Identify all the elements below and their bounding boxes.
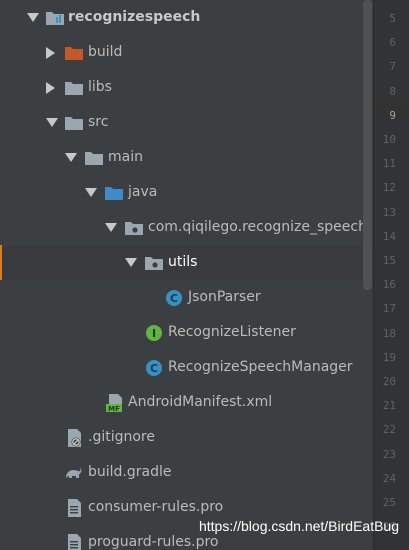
- tree-item-label: consumer-rules.pro: [88, 499, 224, 515]
- expand-arrow-down-icon[interactable]: [125, 258, 137, 267]
- tree-item-label: AndroidManifest.xml: [128, 394, 273, 410]
- source-folder-icon: [104, 183, 124, 203]
- gitignore-file-icon: [64, 428, 84, 448]
- line-number: 7: [389, 60, 396, 74]
- line-number: 15: [382, 254, 396, 267]
- tree-item-build-gradle[interactable]: build.gradle: [0, 455, 373, 490]
- tree-item-label: libs: [88, 79, 112, 95]
- text-file-icon: [64, 533, 84, 550]
- expand-arrow-down-icon[interactable]: [85, 188, 97, 197]
- tree-item-recognizelistener[interactable]: I RecognizeListener: [0, 315, 373, 350]
- tree-item-recognizespeechmanager[interactable]: C RecognizeSpeechManager: [0, 350, 373, 385]
- line-number: 20: [382, 375, 396, 388]
- svg-text:C: C: [170, 292, 178, 305]
- tree-item-main[interactable]: main: [0, 140, 373, 175]
- module-folder-icon: [45, 8, 65, 28]
- line-number: 18: [382, 326, 396, 340]
- line-number-gutter: 5 6 7 8 9 10 11 12 13 14 15 16 17 18 19 20 21 22 23 24 25 26: [373, 0, 409, 550]
- expand-arrow-right-icon[interactable]: [46, 82, 55, 94]
- tree-item-label: java: [128, 184, 158, 200]
- folder-orange-icon: [64, 43, 84, 63]
- line-number: 12: [382, 181, 396, 195]
- line-number: 14: [382, 229, 396, 243]
- interface-icon: I: [144, 323, 164, 343]
- line-number: 21: [382, 399, 396, 413]
- tree-item-recognizespeech[interactable]: recognizespeech: [0, 0, 373, 35]
- class-icon: C: [164, 288, 184, 308]
- line-number: 22: [382, 423, 396, 437]
- tree-item-gitignore[interactable]: .gitignore: [0, 420, 373, 455]
- svg-text:I: I: [152, 327, 156, 340]
- expand-arrow-right-icon[interactable]: [46, 47, 55, 59]
- folder-icon: [64, 113, 84, 133]
- line-number: 8: [389, 84, 396, 98]
- tree-item-com-qiqilego-recognize-speech[interactable]: com.qiqilego.recognize_speech: [0, 210, 373, 245]
- package-icon: [144, 253, 164, 273]
- tree-item-label: build.gradle: [88, 464, 172, 480]
- tree-item-label: build: [88, 44, 123, 60]
- watermark-text: https://blog.csdn.net/BirdEatBug: [198, 518, 399, 534]
- line-number: 19: [382, 350, 396, 364]
- svg-text:C: C: [150, 362, 158, 375]
- selection-indicator: [0, 245, 2, 280]
- line-number: 25: [382, 496, 396, 509]
- line-number: 16: [382, 278, 396, 292]
- folder-icon: [64, 78, 84, 98]
- tree-item-build[interactable]: build: [0, 35, 373, 70]
- line-number: 6: [389, 36, 396, 50]
- line-number: 13: [382, 205, 396, 219]
- tree-item-src[interactable]: src: [0, 105, 373, 140]
- tree-item-label: .gitignore: [88, 429, 155, 445]
- class-icon: C: [144, 358, 164, 378]
- line-number: 17: [382, 302, 396, 316]
- tree-item-label: proguard-rules.pro: [88, 534, 219, 550]
- tree-item-androidmanifest-xml[interactable]: MF AndroidManifest.xml: [0, 385, 373, 420]
- line-number: 9: [389, 108, 396, 122]
- tree-item-label: RecognizeListener: [168, 324, 296, 340]
- tree-item-label: JsonParser: [188, 289, 261, 305]
- tree-item-label: src: [88, 114, 109, 130]
- expand-arrow-down-icon[interactable]: [65, 153, 77, 162]
- tree-item-label: RecognizeSpeechManager: [168, 359, 353, 375]
- line-number: 10: [382, 133, 396, 146]
- tree-item-label: recognizespeech: [68, 9, 201, 25]
- tree-item-utils[interactable]: utils: [0, 245, 373, 280]
- project-tree-panel: recognizespeech build libs src main java com.q…: [0, 0, 373, 550]
- expand-arrow-down-icon[interactable]: [105, 223, 117, 232]
- tree-item-label: com.qiqilego.recognize_speech: [148, 219, 367, 235]
- line-number: 11: [382, 157, 396, 171]
- tree-item-libs[interactable]: libs: [0, 70, 373, 105]
- line-number: 5: [389, 12, 396, 25]
- folder-icon: [84, 148, 104, 168]
- text-file-icon: [64, 498, 84, 518]
- expand-arrow-down-icon[interactable]: [46, 118, 58, 127]
- tree-item-label: utils: [168, 254, 198, 270]
- svg-text:MF: MF: [108, 405, 120, 413]
- tree-item-java[interactable]: java: [0, 175, 373, 210]
- line-number: 24: [382, 471, 396, 485]
- vertical-scrollbar-thumb[interactable]: [363, 0, 372, 290]
- tree-item-label: main: [108, 149, 143, 165]
- package-icon: [124, 218, 144, 238]
- expand-arrow-down-icon[interactable]: [27, 13, 39, 22]
- gradle-icon: [64, 463, 84, 483]
- tree-item-jsonparser[interactable]: C JsonParser: [0, 280, 373, 315]
- line-number: 23: [382, 447, 396, 461]
- manifest-icon: MF: [105, 393, 125, 413]
